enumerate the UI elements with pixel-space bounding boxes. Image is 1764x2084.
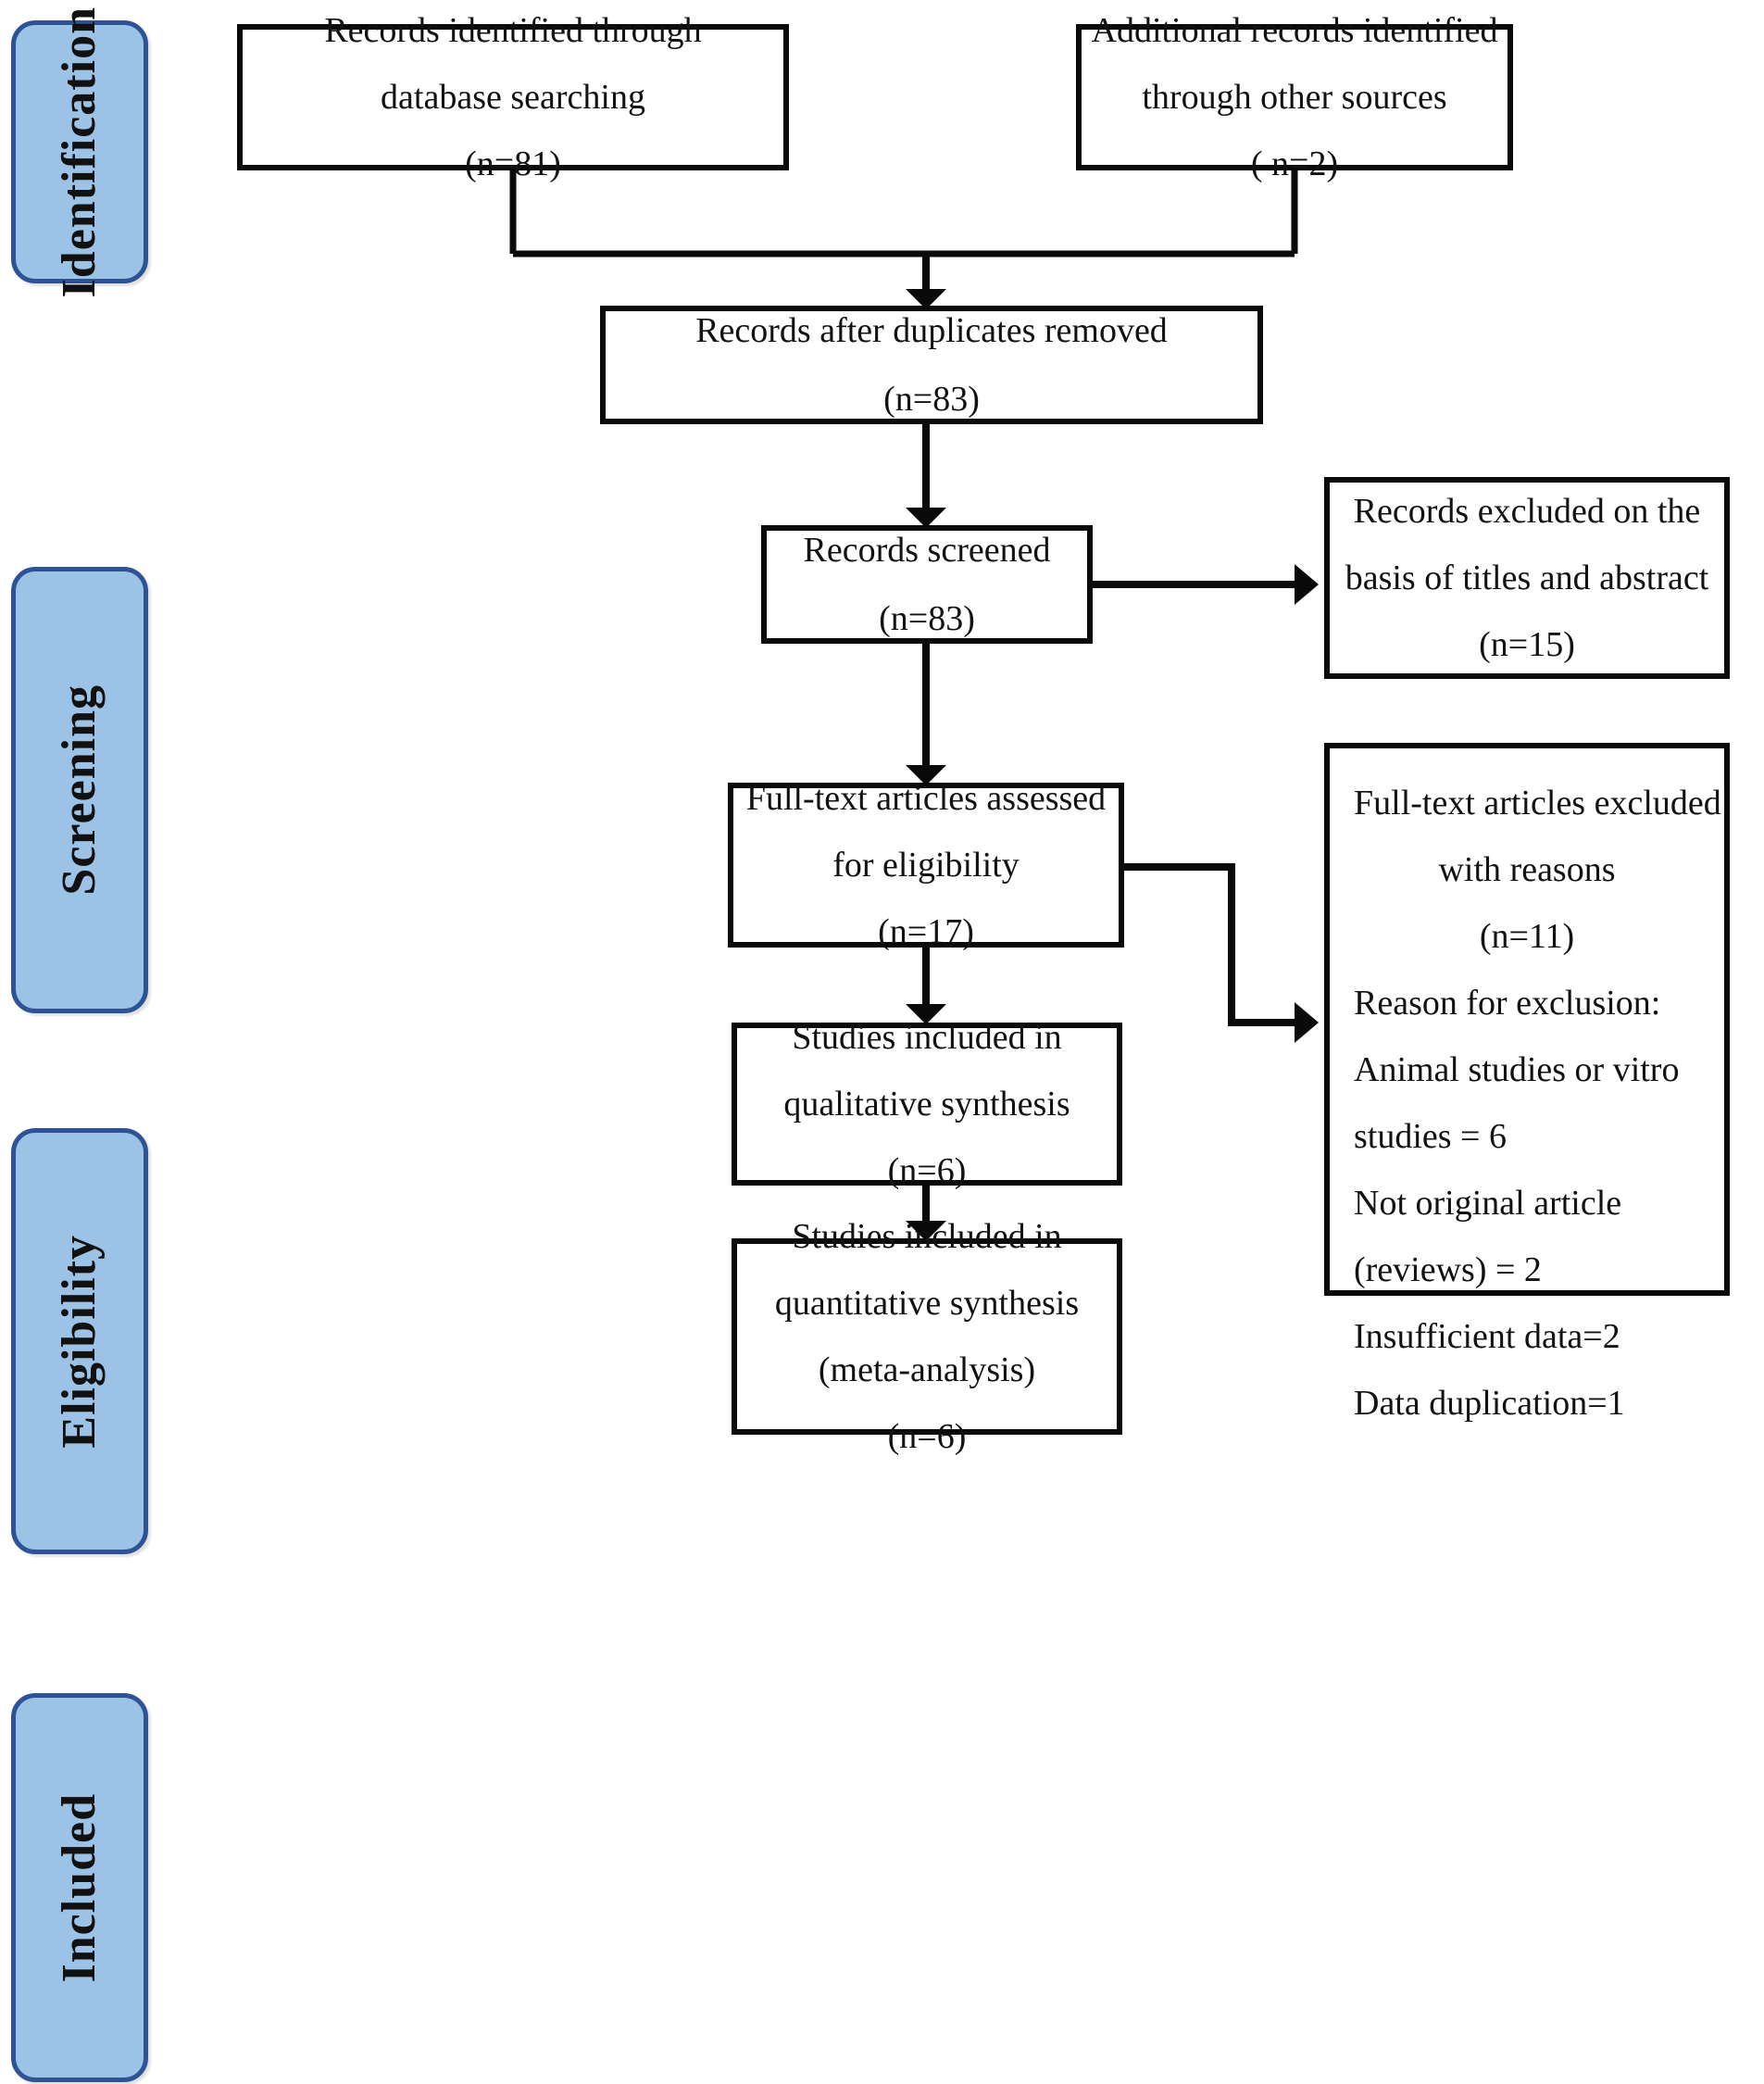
- box-line: through other sources: [1142, 78, 1447, 117]
- box-records-after-duplicates-removed: Records after duplicates removed (n=83): [600, 306, 1263, 424]
- box-records-excluded-titles-abstract: Records excluded on the basis of titles …: [1324, 477, 1730, 679]
- stage-tab-included: Included: [11, 1693, 148, 2082]
- stage-tab-screening: Screening: [11, 567, 148, 1013]
- box-count: (n=81): [465, 144, 561, 183]
- box-line: Records identified through: [324, 11, 702, 50]
- stage-label-screening: Screening: [53, 684, 106, 896]
- box-records-identified-database: Records identified through database sear…: [237, 13, 789, 182]
- box-fulltext-articles-assessed: Full-text articles assessed for eligibil…: [728, 779, 1124, 951]
- box-line: Studies included in: [792, 1217, 1062, 1256]
- exclusion-reason-list: Reason for exclusion: Animal studies or …: [1354, 986, 1700, 1421]
- stage-tab-eligibility: Eligibility: [11, 1128, 148, 1554]
- box-studies-qualitative-synthesis: Studies included in qualitative synthesi…: [732, 1018, 1122, 1190]
- box-count: (n=17): [878, 912, 974, 951]
- exclusion-header: Full-text articles excluded with reasons…: [1354, 784, 1721, 956]
- box-line: with reasons: [1438, 850, 1616, 889]
- reason-line: Insufficient data=2: [1354, 1317, 1620, 1356]
- box-count: (n=15): [1479, 625, 1575, 664]
- box-line: (meta-analysis): [818, 1350, 1036, 1389]
- connector-fulltext-to-reasons: [1124, 863, 1319, 1043]
- connector-fulltext-to-qualitative: [906, 948, 946, 1024]
- box-count: (n=83): [883, 380, 980, 419]
- box-count: (n=83): [879, 599, 975, 638]
- stage-label-identification: Identification: [53, 6, 106, 298]
- box-line: Full-text articles excluded: [1354, 784, 1721, 822]
- box-count: (n=6): [887, 1151, 967, 1190]
- box-line: Records after duplicates removed: [695, 311, 1168, 350]
- box-count: ( n=2): [1250, 144, 1339, 183]
- stage-label-eligibility: Eligibility: [53, 1234, 106, 1449]
- stage-tab-identification: Identification: [11, 6, 148, 297]
- prisma-flow-diagram: Identification Screening Eligibility Inc…: [0, 0, 1764, 2084]
- reason-line: Not original article: [1354, 1184, 1622, 1223]
- connector-screened-to-excluded: [1093, 564, 1319, 605]
- box-records-screened: Records screened (n=83): [761, 525, 1093, 644]
- box-additional-records-other-sources: Additional records identified through ot…: [1076, 13, 1513, 182]
- reason-line: Animal studies or vitro: [1354, 1050, 1680, 1089]
- stage-label-included: Included: [53, 1792, 106, 1983]
- box-line: quantitative synthesis: [774, 1284, 1080, 1323]
- reason-line: Reason for exclusion:: [1354, 984, 1661, 1023]
- box-line: Full-text articles assessed: [745, 779, 1107, 818]
- box-line: database searching: [381, 78, 645, 117]
- box-count: (n=11): [1479, 917, 1575, 956]
- connector-sources-to-dedup: [509, 170, 1298, 309]
- box-line: Additional records identified: [1091, 11, 1498, 50]
- reason-line: (reviews) = 2: [1354, 1250, 1542, 1289]
- box-line: for eligibility: [832, 846, 1020, 885]
- box-count: (n=6): [887, 1417, 967, 1456]
- box-line: Studies included in: [792, 1018, 1062, 1057]
- box-line: Records excluded on the: [1353, 492, 1701, 531]
- box-line: Records screened: [803, 531, 1051, 570]
- box-studies-quantitative-synthesis: Studies included in quantitative synthes…: [732, 1219, 1122, 1454]
- reason-line: Data duplication=1: [1354, 1384, 1625, 1423]
- connector-dedup-to-screened: [906, 424, 946, 528]
- connector-screened-to-fulltext: [906, 644, 946, 785]
- box-line: qualitative synthesis: [783, 1085, 1070, 1124]
- reason-line: studies = 6: [1354, 1117, 1507, 1156]
- box-fulltext-articles-excluded-with-reasons: Full-text articles excluded with reasons…: [1324, 743, 1730, 1421]
- box-line: basis of titles and abstract: [1345, 559, 1709, 597]
